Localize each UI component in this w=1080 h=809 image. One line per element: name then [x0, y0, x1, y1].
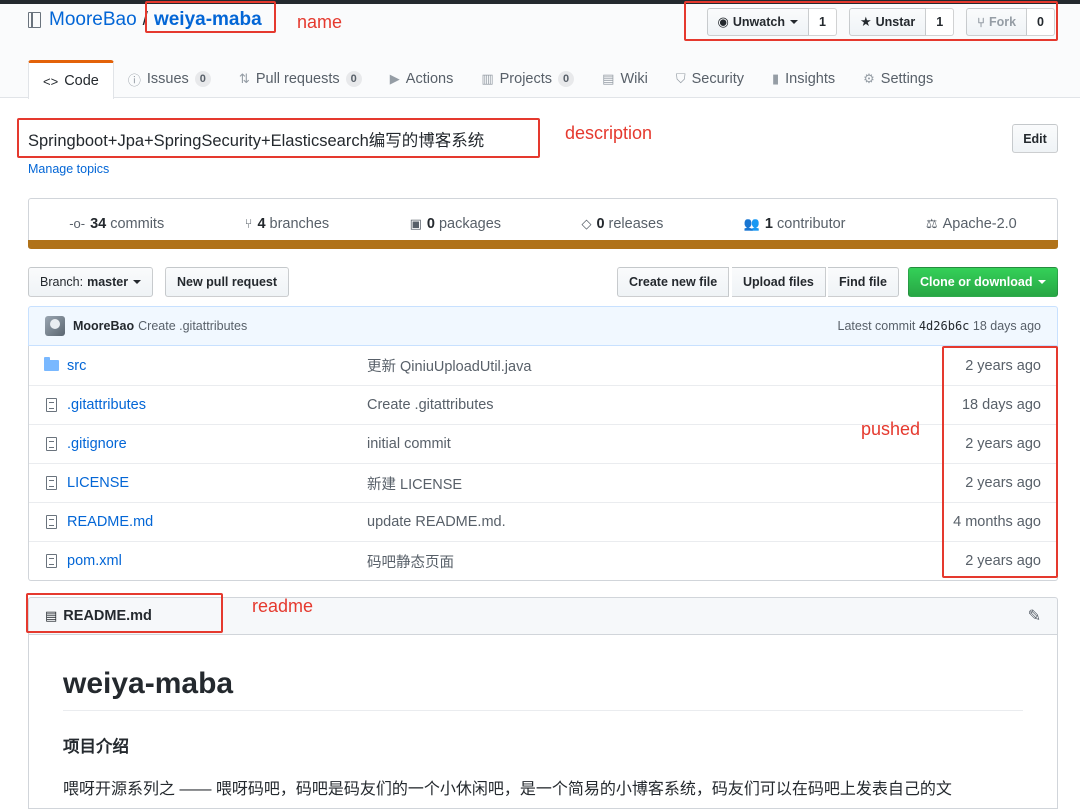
issue-icon: ⓘ [127, 72, 141, 88]
commit-message-link[interactable]: update README.md. [367, 514, 937, 530]
branch-select-button[interactable]: Branch: master [28, 267, 154, 297]
tag-icon: ◇ [581, 215, 592, 231]
file-icon [45, 398, 57, 412]
pencil-icon[interactable]: ✎ [1028, 606, 1041, 626]
tab-settings[interactable]: ⚙ Settings [849, 60, 947, 98]
new-pull-request-button[interactable]: New pull request [165, 267, 290, 297]
tab-code[interactable]: <> Code [28, 60, 114, 99]
readme-content: weiya-maba 项目介绍 喂呀开源系列之 —— 喂呀码吧，码吧是码友们的一… [28, 635, 1058, 809]
table-row: LICENSE 新建 LICENSE 2 years ago [29, 463, 1057, 502]
commits-link[interactable]: -o- 34 commits [69, 216, 164, 232]
language-bar[interactable] [28, 240, 1058, 249]
readme-intro: 喂呀开源系列之 —— 喂呀码吧，码吧是码友们的一个小休闲吧，是一个简易的小博客系… [63, 781, 952, 798]
edit-description-button[interactable]: Edit [1012, 124, 1058, 153]
tab-pull-requests[interactable]: ⇅ Pull requests 0 [225, 60, 376, 98]
create-new-file-button[interactable]: Create new file [617, 267, 730, 297]
annotation-label-name: name [297, 12, 343, 32]
tab-issues[interactable]: ⓘ Issues 0 [114, 60, 225, 98]
packages-link[interactable]: ▣ 0 packages [410, 216, 501, 232]
annotation-label-description: description [565, 123, 653, 143]
file-icon [45, 476, 57, 490]
tab-security[interactable]: ⛉ Security [662, 60, 758, 98]
shield-icon: ⛉ [675, 71, 686, 86]
graph-icon: ▮ [772, 71, 780, 86]
table-row: README.md update README.md. 4 months ago [29, 502, 1057, 541]
file-list: src 更新 QiniuUploadUtil.java 2 years ago … [28, 346, 1058, 581]
annotation-box-readme [26, 593, 223, 633]
tab-actions[interactable]: ▶ Actions [376, 60, 468, 98]
annotation-label-pushed: pushed [861, 419, 921, 439]
commit-message-link[interactable]: 更新 QiniuUploadUtil.java [367, 355, 937, 376]
tab-projects[interactable]: ▥ Projects 0 [467, 60, 588, 98]
play-icon: ▶ [389, 71, 400, 86]
commit-icon: -o- [69, 216, 86, 231]
latest-commit-bar: MooreBao Create .gitattributes Latest co… [28, 306, 1058, 346]
file-icon [45, 515, 57, 529]
tab-wiki[interactable]: ▤ Wiki [588, 60, 662, 98]
code-icon: <> [43, 73, 59, 89]
commit-sha-link[interactable]: 4d26b6c [919, 319, 970, 333]
folder-icon [43, 357, 59, 371]
commit-message-link[interactable]: Create .gitattributes [138, 319, 247, 333]
issues-count-badge: 0 [194, 71, 211, 87]
branch-icon: ⑂ [244, 216, 253, 231]
annotation-label-readme: readme [252, 596, 314, 616]
file-name-link[interactable]: src [67, 358, 367, 374]
commit-message-link[interactable]: 新建 LICENSE [367, 473, 937, 494]
latest-commit-info: Latest commit 4d26b6c 18 days ago [837, 319, 1041, 333]
repo-tabs: <> Code ⓘ Issues 0 ⇅ Pull requests 0 ▶ Actions… [28, 60, 947, 99]
file-icon [45, 554, 57, 568]
file-name-link[interactable]: README.md [67, 514, 367, 530]
commit-message-link[interactable]: 码吧静态页面 [367, 551, 937, 572]
table-row: pom.xml 码吧静态页面 2 years ago [29, 541, 1057, 580]
file-name-link[interactable]: .gitignore [67, 436, 367, 452]
contributors-link[interactable]: 👥 1 contributor [744, 216, 846, 232]
avatar[interactable] [45, 316, 65, 336]
chevron-down-icon [1037, 280, 1046, 284]
law-icon: ⚖ [925, 215, 938, 231]
chevron-down-icon [133, 280, 142, 284]
annotation-box-description [17, 118, 540, 158]
repo-owner-link[interactable]: MooreBao [49, 9, 137, 31]
gear-icon: ⚙ [863, 71, 875, 86]
file-name-link[interactable]: .gitattributes [67, 397, 367, 413]
releases-link[interactable]: ◇ 0 releases [581, 216, 663, 232]
clone-or-download-button[interactable]: Clone or download [908, 267, 1058, 297]
pull-request-icon: ⇅ [238, 71, 250, 86]
manage-topics-link[interactable]: Manage topics [28, 162, 109, 176]
projects-count-badge: 0 [558, 71, 575, 87]
readme-title: weiya-maba [63, 667, 1023, 711]
book-icon: ▤ [602, 71, 615, 86]
annotation-box-name [145, 1, 276, 33]
commit-message-link[interactable]: initial commit [367, 436, 937, 452]
branches-link[interactable]: ⑂ 4 branches [245, 216, 330, 232]
license-link[interactable]: ⚖ Apache-2.0 [926, 216, 1017, 232]
file-name-link[interactable]: pom.xml [67, 553, 367, 569]
annotation-box-pushed [942, 346, 1058, 578]
project-icon: ▥ [481, 71, 494, 86]
pr-count-badge: 0 [345, 71, 362, 87]
people-icon: 👥 [743, 215, 760, 231]
readme-section-heading: 项目介绍 [63, 738, 129, 756]
find-file-button[interactable]: Find file [828, 267, 899, 297]
package-icon: ▣ [409, 215, 422, 231]
annotation-box-actions [684, 1, 1058, 41]
repo-icon [28, 11, 41, 28]
file-name-link[interactable]: LICENSE [67, 475, 367, 491]
commit-author-link[interactable]: MooreBao [73, 319, 134, 333]
tab-insights[interactable]: ▮ Insights [758, 60, 849, 98]
commit-message-link[interactable]: Create .gitattributes [367, 397, 937, 413]
table-row: src 更新 QiniuUploadUtil.java 2 years ago [29, 346, 1057, 385]
file-icon [45, 437, 57, 451]
upload-files-button[interactable]: Upload files [732, 267, 826, 297]
file-navigation: Branch: master New pull request Create ne… [28, 267, 1058, 297]
